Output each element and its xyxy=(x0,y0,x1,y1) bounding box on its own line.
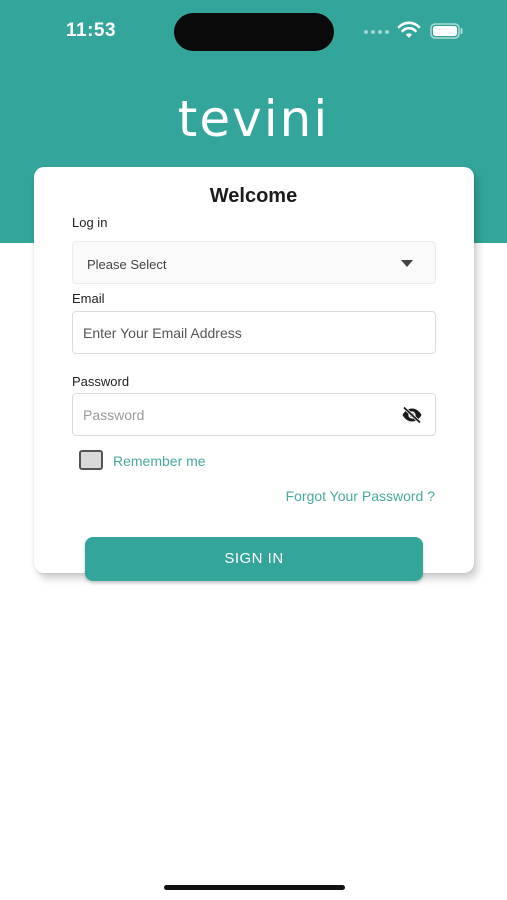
remember-me-label[interactable]: Remember me xyxy=(113,453,206,469)
caret-down-icon xyxy=(401,260,413,267)
login-type-select[interactable]: Please Select xyxy=(72,241,436,284)
brand-logo: tevini xyxy=(177,90,330,148)
remember-me-checkbox[interactable] xyxy=(79,450,103,470)
email-placeholder: Enter Your Email Address xyxy=(83,325,242,341)
login-type-label: Log in xyxy=(72,215,108,230)
status-bar: 11:53 xyxy=(0,0,507,60)
password-label: Password xyxy=(72,374,130,389)
sign-in-button[interactable]: SIGN IN xyxy=(85,537,423,581)
login-type-placeholder: Please Select xyxy=(87,257,167,272)
cellular-signal-icon xyxy=(364,30,389,34)
home-indicator xyxy=(164,885,345,890)
dynamic-island xyxy=(174,13,334,51)
forgot-password-link[interactable]: Forgot Your Password ? xyxy=(286,488,435,504)
status-time: 11:53 xyxy=(66,20,117,41)
welcome-title: Welcome xyxy=(209,185,298,207)
email-label: Email xyxy=(72,291,105,306)
wifi-icon xyxy=(397,21,421,38)
battery-icon xyxy=(430,23,463,39)
password-placeholder: Password xyxy=(83,407,145,423)
password-field[interactable]: Password xyxy=(72,393,436,436)
email-field[interactable]: Enter Your Email Address xyxy=(72,311,436,354)
eye-off-icon[interactable] xyxy=(401,406,423,424)
